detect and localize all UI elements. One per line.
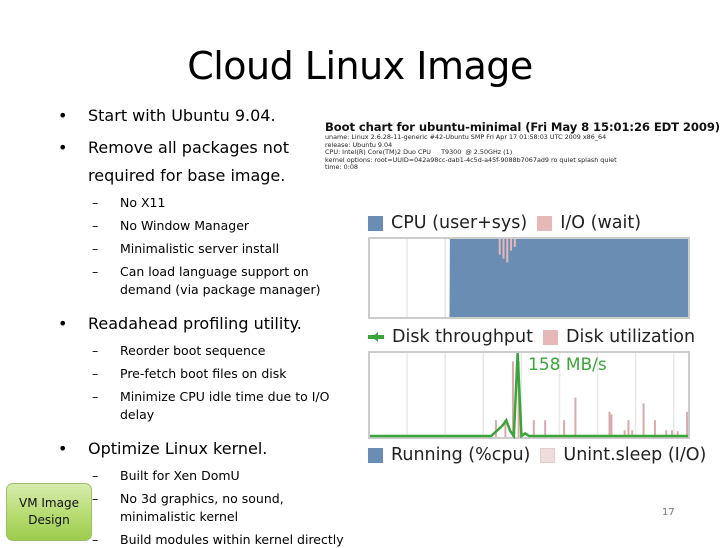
disk-util-bar bbox=[627, 420, 630, 437]
bullet-text: Readahead profiling utility. bbox=[88, 314, 302, 333]
disk-util-bar bbox=[653, 420, 656, 437]
side-label-line1: VM Image bbox=[19, 496, 79, 510]
bootchart-meta-kernel: kernel options: root=UUID=042a98cc-dab1-… bbox=[325, 155, 617, 164]
dash-icon: – bbox=[92, 343, 99, 358]
sub-bullet-text: demand (via package manager) bbox=[120, 282, 321, 297]
disk-util-bar bbox=[544, 420, 547, 437]
bullet-dot-icon: • bbox=[58, 314, 68, 333]
dash-icon: – bbox=[92, 218, 99, 233]
sub-bullet-text: Minimalistic server install bbox=[120, 241, 280, 256]
sub-bullet: – Reorder boot sequence bbox=[58, 342, 358, 359]
disk-util-bar bbox=[532, 420, 535, 437]
io-wait-mark bbox=[510, 239, 513, 251]
io-legend-label: I/O (wait) bbox=[560, 213, 642, 233]
running-legend-label: Running (%cpu) bbox=[391, 445, 531, 465]
dash-icon: – bbox=[92, 195, 99, 210]
disk-util-bar bbox=[563, 420, 566, 437]
bullet-remove-packages-cont: required for base image. bbox=[58, 164, 358, 188]
sub-bullet: – Can load language support on bbox=[58, 263, 358, 280]
bullet-dot-icon: • bbox=[58, 439, 68, 458]
bullet-optimize-kernel: • Optimize Linux kernel. bbox=[58, 437, 358, 461]
cpu-swatch-icon bbox=[368, 215, 383, 231]
disk-util-bar bbox=[642, 403, 645, 437]
utilization-swatch-icon bbox=[542, 329, 558, 345]
sub-bullet-cont: demand (via package manager) bbox=[58, 281, 358, 298]
sub-bullet-text: minimalistic kernel bbox=[120, 509, 239, 524]
max-throughput-annotation: 158 MB/s bbox=[528, 355, 607, 375]
bullet-start-ubuntu: • Start with Ubuntu 9.04. bbox=[58, 104, 358, 128]
sub-bullet: – Built for Xen DomU bbox=[58, 467, 358, 484]
dash-icon: – bbox=[92, 366, 99, 381]
sub-bullet: – No X11 bbox=[58, 194, 358, 211]
disk-util-bar bbox=[686, 411, 689, 437]
unint-swatch-icon bbox=[540, 447, 556, 463]
sub-bullet-text: Reorder boot sequence bbox=[120, 343, 266, 358]
bootchart-meta-time: time: 0:08 bbox=[325, 163, 358, 172]
vm-image-design-label: VM Image Design bbox=[6, 483, 92, 541]
io-wait-mark bbox=[498, 239, 501, 255]
process-legend: Running (%cpu) Unint.sleep (I/O) bbox=[368, 445, 706, 465]
running-swatch-icon bbox=[368, 447, 383, 463]
sub-bullet: – Minimalistic server install bbox=[58, 240, 358, 257]
disk-legend: Disk throughput Disk utilization bbox=[368, 327, 695, 347]
io-wait-mark bbox=[513, 239, 516, 247]
disk-util-bar bbox=[574, 397, 577, 437]
bullet-readahead: • Readahead profiling utility. bbox=[58, 312, 358, 336]
disk-chart: 158 MB/s bbox=[368, 351, 690, 439]
disk-util-bar bbox=[608, 411, 611, 437]
bullet-text: Optimize Linux kernel. bbox=[88, 439, 268, 458]
sub-bullet-text: Pre-fetch boot files on disk bbox=[120, 366, 287, 381]
io-swatch-icon bbox=[537, 215, 553, 231]
throughput-swatch-icon bbox=[368, 332, 384, 342]
sub-bullet: – No Window Manager bbox=[58, 217, 358, 234]
sub-bullet: – Minimize CPU idle time due to I/O bbox=[58, 388, 358, 405]
dash-icon: – bbox=[92, 389, 99, 404]
disk-util-bar bbox=[610, 414, 613, 437]
bullet-text: Start with Ubuntu 9.04. bbox=[88, 106, 276, 125]
bullet-list: • Start with Ubuntu 9.04. • Remove all pac… bbox=[58, 104, 358, 548]
page-number: 17 bbox=[662, 507, 675, 518]
throughput-legend-label: Disk throughput bbox=[392, 327, 533, 347]
dash-icon: – bbox=[92, 241, 99, 256]
side-label-line2: Design bbox=[28, 513, 70, 527]
sub-bullet-text: No Window Manager bbox=[120, 218, 250, 233]
sub-bullet-text: delay bbox=[120, 407, 155, 422]
sub-bullet: – No 3d graphics, no sound, bbox=[58, 490, 358, 507]
io-wait-mark bbox=[506, 239, 509, 263]
cpu-legend: CPU (user+sys) I/O (wait) bbox=[368, 213, 641, 233]
sub-bullet-text: Can load language support on bbox=[120, 264, 309, 279]
bootchart-header: Boot chart for ubuntu-minimal (Fri May 8… bbox=[325, 120, 720, 172]
sub-bullet-cont: delay bbox=[58, 406, 358, 423]
disk-util-bar bbox=[494, 420, 497, 437]
unint-legend-label: Unint.sleep (I/O) bbox=[563, 445, 707, 465]
dash-icon: – bbox=[92, 468, 99, 483]
sub-bullet-text: No 3d graphics, no sound, bbox=[120, 491, 284, 506]
sub-bullet: – Pre-fetch boot files on disk bbox=[58, 365, 358, 382]
bullet-remove-packages: • Remove all packages not bbox=[58, 136, 358, 160]
cpu-chart bbox=[368, 237, 690, 319]
dash-icon: – bbox=[92, 491, 99, 506]
slide-title: Cloud Linux Image bbox=[187, 44, 533, 88]
utilization-legend-label: Disk utilization bbox=[565, 327, 696, 347]
dash-icon: – bbox=[92, 264, 99, 279]
bootchart-title: Boot chart for ubuntu-minimal (Fri May 8… bbox=[325, 120, 720, 134]
bullet-text: required for base image. bbox=[88, 166, 286, 185]
sub-bullet-cont: minimalistic kernel bbox=[58, 508, 358, 525]
io-wait-mark bbox=[502, 239, 505, 259]
sub-bullet-text: No X11 bbox=[120, 195, 166, 210]
bullet-text: Remove all packages not bbox=[88, 138, 289, 157]
bullet-dot-icon: • bbox=[58, 138, 68, 157]
sub-bullet-text: Built for Xen DomU bbox=[120, 468, 240, 483]
bullet-dot-icon: • bbox=[58, 106, 68, 125]
cpu-legend-label: CPU (user+sys) bbox=[391, 213, 528, 233]
sub-bullet-text: Minimize CPU idle time due to I/O bbox=[120, 389, 330, 404]
